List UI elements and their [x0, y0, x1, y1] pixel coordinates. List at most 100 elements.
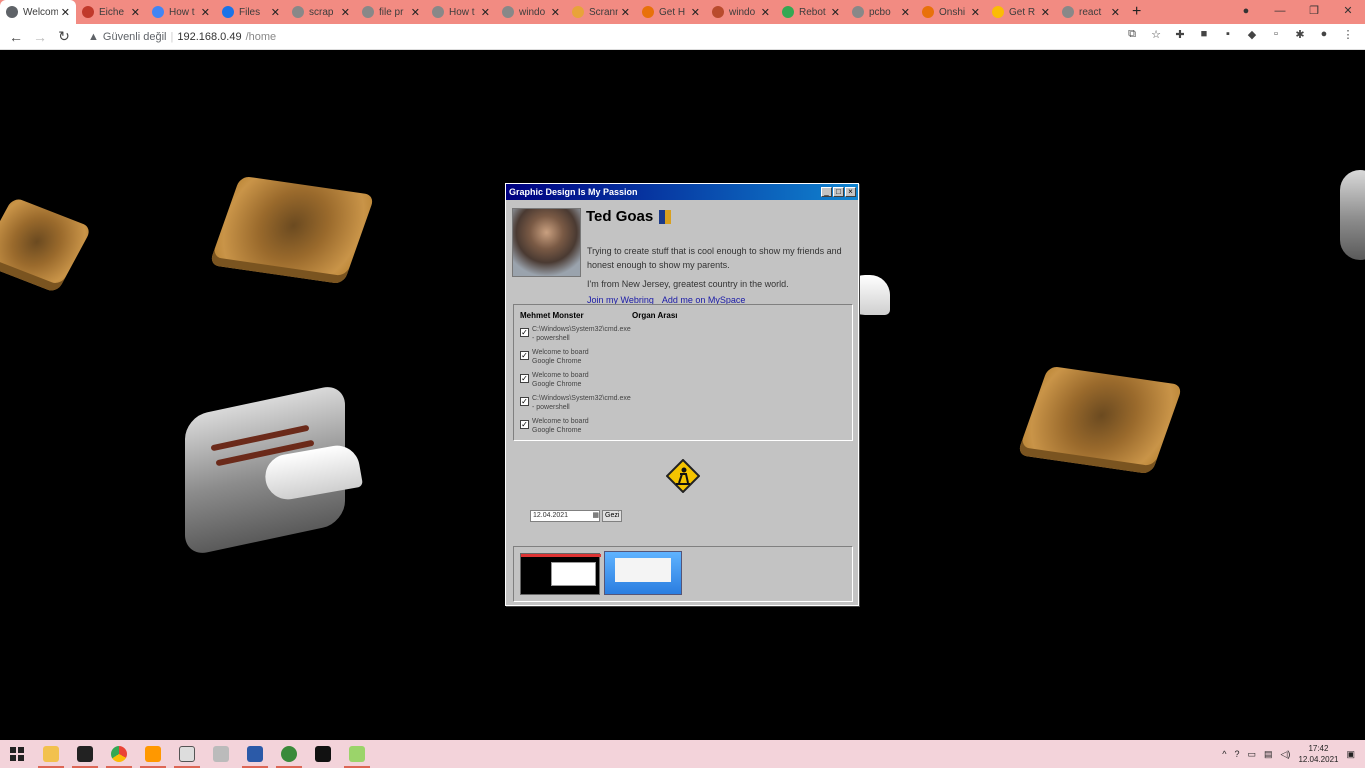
- date-submit-button[interactable]: Gezi: [602, 510, 623, 522]
- tab-close-icon[interactable]: ✕: [761, 6, 770, 19]
- tab-close-icon[interactable]: ✕: [551, 6, 560, 19]
- tab-close-icon[interactable]: ✕: [831, 6, 840, 19]
- tab-close-icon[interactable]: ✕: [1041, 6, 1050, 19]
- browser-tab[interactable]: windo ✕: [706, 0, 776, 24]
- tab-title: How t: [169, 6, 195, 18]
- window-maximize-button[interactable]: □: [833, 187, 844, 197]
- profile-name-row: Ted Goas: [586, 208, 672, 225]
- browser-tab[interactable]: file pr ✕: [356, 0, 426, 24]
- item-checkbox[interactable]: ✓: [520, 374, 529, 383]
- maximize-button[interactable]: ❐: [1297, 0, 1331, 24]
- folder-icon: [43, 746, 59, 762]
- tab-close-icon[interactable]: ✕: [481, 6, 490, 19]
- browser-tab[interactable]: Eiche ✕: [76, 0, 146, 24]
- taskbar-terminal[interactable]: [68, 740, 102, 768]
- notification-icon[interactable]: ▣: [1346, 749, 1355, 760]
- battery-icon[interactable]: ▭: [1247, 749, 1256, 760]
- item-checkbox[interactable]: ✓: [520, 351, 529, 360]
- taskbar-chrome[interactable]: [102, 740, 136, 768]
- chrome-menu-dot-icon[interactable]: ●: [1229, 0, 1263, 24]
- tab-close-icon[interactable]: ✕: [131, 6, 140, 19]
- date-input[interactable]: 12.04.2021 ▦: [530, 510, 600, 522]
- window-close-button[interactable]: ×: [845, 187, 856, 197]
- tab-title: Rebot: [799, 6, 826, 18]
- calendar-icon[interactable]: ▦: [592, 511, 599, 521]
- list-item[interactable]: ✓ Welcome to board Google Chrome: [520, 417, 589, 435]
- screenshot-thumbnail[interactable]: [520, 553, 601, 595]
- browser-tab[interactable]: scrap ✕: [286, 0, 356, 24]
- omnibox[interactable]: ▲ Güvenli değil | 192.168.0.49/home: [88, 31, 276, 43]
- tab-close-icon[interactable]: ✕: [1111, 6, 1120, 19]
- item-checkbox[interactable]: ✓: [520, 328, 529, 337]
- browser-tab[interactable]: Get H ✕: [636, 0, 706, 24]
- tab-close-icon[interactable]: ✕: [971, 6, 980, 19]
- network-icon[interactable]: ▤: [1264, 749, 1273, 760]
- forward-button[interactable]: →: [28, 29, 52, 45]
- taskbar-file-explorer[interactable]: [34, 740, 68, 768]
- clock[interactable]: 17:42 12.04.2021: [1298, 743, 1338, 765]
- browser-tab[interactable]: windo ✕: [496, 0, 566, 24]
- minimize-button[interactable]: —: [1263, 0, 1297, 24]
- chevron-up-icon[interactable]: ^: [1222, 749, 1226, 759]
- cmd-icon: [315, 746, 331, 762]
- list-item[interactable]: ✓ Welcome to board Google Chrome: [520, 348, 589, 366]
- tab-close-icon[interactable]: ✕: [201, 6, 210, 19]
- window-list-panel: Mehmet Monster Organ Arası ✓ C:\Windows\S…: [513, 304, 853, 441]
- taskbar-notepad[interactable]: [340, 740, 374, 768]
- item-text: Welcome to board Google Chrome: [532, 417, 589, 435]
- item-checkbox[interactable]: ✓: [520, 397, 529, 406]
- tab-close-icon[interactable]: ✕: [271, 6, 280, 19]
- puzzle-icon[interactable]: ✱: [1293, 28, 1307, 41]
- translate-icon[interactable]: ⧉: [1125, 28, 1139, 41]
- taskbar-app[interactable]: [204, 740, 238, 768]
- tab-close-icon[interactable]: ✕: [691, 6, 700, 19]
- item-line2: - powershell: [532, 335, 570, 342]
- browser-tab[interactable]: Scrann ✕: [566, 0, 636, 24]
- tab-close-icon[interactable]: ✕: [61, 6, 70, 19]
- taskbar-cmd[interactable]: [306, 740, 340, 768]
- item-checkbox[interactable]: ✓: [520, 420, 529, 429]
- taskbar-app[interactable]: [272, 740, 306, 768]
- taskbar-sublime[interactable]: [136, 740, 170, 768]
- browser-tab[interactable]: react ✕: [1056, 0, 1126, 24]
- taskbar-app[interactable]: [170, 740, 204, 768]
- reload-button[interactable]: ↻: [52, 28, 76, 45]
- extension-icon[interactable]: ▪: [1221, 28, 1235, 41]
- list-item[interactable]: ✓ C:\Windows\System32\cmd.exe - powershell: [520, 325, 631, 343]
- thumbnail-bar: [521, 554, 601, 557]
- plus-extension-icon[interactable]: ✚: [1173, 28, 1187, 41]
- help-icon[interactable]: ?: [1234, 749, 1239, 759]
- window-titlebar[interactable]: Graphic Design Is My Passion _ □ ×: [506, 184, 858, 200]
- new-tab-button[interactable]: +: [1132, 3, 1141, 21]
- tab-favicon-icon: [572, 6, 584, 18]
- window-minimize-button[interactable]: _: [821, 187, 832, 197]
- browser-tab[interactable]: How t ✕: [426, 0, 496, 24]
- browser-tab[interactable]: Rebot ✕: [776, 0, 846, 24]
- list-item[interactable]: ✓ Welcome to board Google Chrome: [520, 371, 589, 389]
- item-line1: Welcome to board: [532, 349, 589, 356]
- browser-tab[interactable]: Files ✕: [216, 0, 286, 24]
- browser-tab[interactable]: Onshi ✕: [916, 0, 986, 24]
- back-button[interactable]: ←: [4, 29, 28, 45]
- tab-close-icon[interactable]: ✕: [901, 6, 910, 19]
- tab-close-icon[interactable]: ✕: [621, 6, 630, 19]
- close-window-button[interactable]: ✕: [1331, 0, 1365, 24]
- profile-avatar[interactable]: ●: [1317, 28, 1331, 41]
- menu-icon[interactable]: ⋮: [1341, 28, 1355, 41]
- extension-icon[interactable]: ■: [1197, 28, 1211, 41]
- extension-icon[interactable]: ▫: [1269, 28, 1283, 41]
- browser-tab[interactable]: Get R ✕: [986, 0, 1056, 24]
- tab-close-icon[interactable]: ✕: [341, 6, 350, 19]
- browser-tab[interactable]: pcbo ✕: [846, 0, 916, 24]
- browser-tab[interactable]: How t ✕: [146, 0, 216, 24]
- volume-icon[interactable]: ◁): [1281, 749, 1291, 760]
- tab-favicon-icon: [82, 6, 94, 18]
- extension-icon[interactable]: ◆: [1245, 28, 1259, 41]
- browser-tab[interactable]: Welcom ✕: [0, 0, 76, 24]
- star-icon[interactable]: ☆: [1149, 28, 1163, 41]
- start-button[interactable]: [0, 740, 34, 768]
- tab-close-icon[interactable]: ✕: [411, 6, 420, 19]
- taskbar-powershell[interactable]: [238, 740, 272, 768]
- screenshot-thumbnail[interactable]: [604, 551, 682, 595]
- list-item[interactable]: ✓ C:\Windows\System32\cmd.exe - powershell: [520, 394, 631, 412]
